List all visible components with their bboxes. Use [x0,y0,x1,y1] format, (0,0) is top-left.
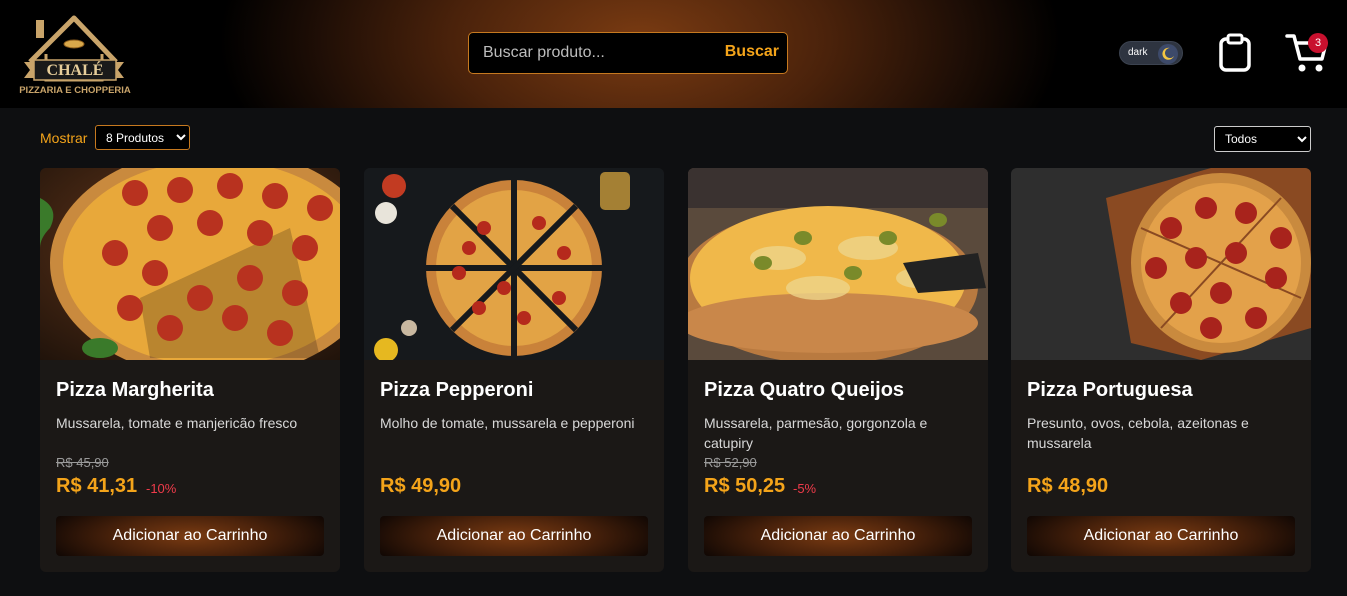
cart-count-badge: 3 [1308,33,1328,53]
search-input[interactable] [483,41,713,65]
add-to-cart-button[interactable]: Adicionar ao Carrinho [56,516,324,556]
logo[interactable]: CHALÉ PIZZARIA E CHOPPERIA [16,10,134,100]
product-card: Pizza Quatro Queijos Mussarela, parmesão… [688,168,988,572]
logo-subtitle: PIZZARIA E CHOPPERIA [19,85,131,96]
add-to-cart-button[interactable]: Adicionar ao Carrinho [380,516,648,556]
product-price: R$ 48,90 [1027,475,1109,497]
header: CHALÉ PIZZARIA E CHOPPERIA Buscar dark 3 [0,0,1347,108]
product-name: Pizza Portuguesa [1027,379,1193,401]
product-price: R$ 50,25 [704,475,786,497]
moon-icon [1158,44,1178,64]
product-discount: -5% [793,481,817,496]
search-button[interactable]: Buscar [725,43,779,61]
product-description: Molho de tomate, mussarela e pepperoni [380,415,635,431]
product-old-price: R$ 52,90 [704,455,757,470]
product-card: Pizza Margherita Mussarela, tomate e man… [40,168,340,572]
show-count-select[interactable]: 8 Produtos [95,125,190,150]
product-image [40,168,340,378]
product-image [364,168,664,362]
product-name: Pizza Pepperoni [380,379,534,401]
product-card: Pizza Portuguesa Presunto, ovos, cebola,… [1011,168,1311,572]
product-description: Mussarela, tomate e manjericão fresco [56,415,298,431]
search-bar: Buscar [468,32,788,74]
product-description: Mussarela, parmesão, gorgonzola e catupi… [704,415,928,451]
product-discount: -10% [146,481,177,496]
product-card: Pizza Pepperoni Molho de tomate, mussare… [364,168,664,572]
product-description: Presunto, ovos, cebola, azeitonas e muss… [1027,415,1249,451]
theme-toggle[interactable]: dark [1119,41,1183,65]
theme-toggle-label: dark [1128,47,1148,58]
product-old-price: R$ 45,90 [56,455,109,470]
product-price: R$ 49,90 [380,475,462,497]
product-name: Pizza Margherita [56,379,214,401]
product-price: R$ 41,31 [56,475,138,497]
logo-name: CHALÉ [47,60,104,79]
clipboard-icon[interactable] [1217,33,1253,73]
add-to-cart-button[interactable]: Adicionar ao Carrinho [704,516,972,556]
show-label: Mostrar [40,130,88,146]
product-image [1011,168,1311,360]
product-name: Pizza Quatro Queijos [704,379,905,401]
add-to-cart-button[interactable]: Adicionar ao Carrinho [1027,516,1295,556]
logo-image: CHALÉ PIZZARIA E CHOPPERIA [19,15,131,96]
category-filter-select[interactable]: Todos [1214,126,1311,152]
product-image [688,168,988,364]
